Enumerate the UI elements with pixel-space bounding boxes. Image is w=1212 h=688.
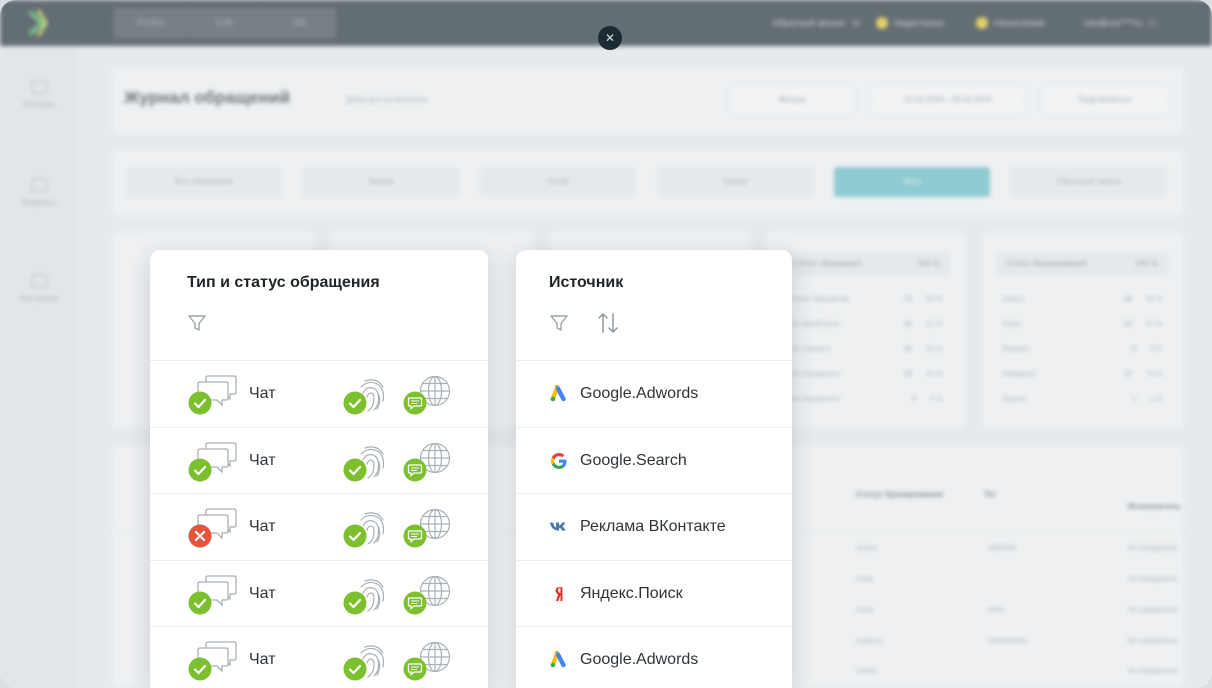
app-frame: Отчёты Счёт Info Обратный звонок ☏ Недос…: [0, 0, 1212, 688]
chat-icon: [188, 440, 238, 482]
google-icon: [549, 452, 569, 470]
yandex-icon: [549, 585, 569, 603]
type-status-row[interactable]: Чат: [150, 360, 488, 427]
source-row[interactable]: Google.Search: [516, 426, 792, 494]
vk-icon: [549, 518, 569, 536]
close-icon[interactable]: ✕: [598, 26, 622, 50]
type-status-row[interactable]: Чат: [150, 426, 488, 494]
success-status-icon: [188, 657, 212, 686]
type-label: Чат: [249, 518, 276, 535]
source-label: Реклама ВКонтакте: [580, 518, 726, 535]
source-row[interactable]: Яндекс.Поиск: [516, 559, 792, 627]
fingerprint-icon: [343, 641, 391, 686]
type-status-row[interactable]: Чат: [150, 626, 488, 688]
source-label: Google.Search: [580, 451, 687, 469]
fingerprint-icon: [343, 575, 391, 620]
source-row[interactable]: Google.Adwords: [516, 360, 792, 427]
source-row[interactable]: Реклама ВКонтакте: [516, 493, 792, 560]
type-label: Чат: [249, 451, 276, 469]
filter-icon[interactable]: [548, 312, 570, 334]
fingerprint-icon: [343, 442, 391, 487]
success-status-icon: [188, 591, 212, 620]
fingerprint-icon: [343, 375, 391, 420]
success-status-icon: [188, 458, 212, 487]
fingerprint-icon: [343, 508, 391, 553]
type-status-panel: Тип и статус обращения Чат Чат Чат Чат Ч…: [150, 250, 488, 688]
source-label: Яндекс.Поиск: [580, 584, 683, 602]
google-ads-icon: [549, 385, 569, 403]
panel-title: Источник: [549, 274, 624, 291]
globe-chat-icon: [403, 442, 453, 487]
globe-chat-icon: [403, 508, 453, 553]
source-list: Google.Adwords Google.Search Реклама ВКо…: [516, 360, 792, 688]
chat-icon: [188, 373, 238, 415]
globe-chat-icon: [403, 641, 453, 686]
type-label: Чат: [249, 651, 276, 668]
sort-icon[interactable]: [596, 310, 620, 336]
panel-title: Тип и статус обращения: [187, 274, 380, 291]
globe-chat-icon: [403, 375, 453, 420]
type-label: Чат: [249, 584, 276, 602]
source-row[interactable]: Google.Adwords: [516, 626, 792, 688]
chat-icon: [188, 506, 238, 548]
chat-icon: [188, 573, 238, 615]
google-ads-icon: [549, 651, 569, 669]
error-status-icon: [188, 524, 212, 553]
type-status-row[interactable]: Чат: [150, 559, 488, 627]
source-label: Google.Adwords: [580, 385, 699, 402]
success-status-icon: [188, 391, 212, 420]
type-status-row[interactable]: Чат: [150, 493, 488, 560]
type-label: Чат: [249, 385, 276, 402]
globe-chat-icon: [403, 575, 453, 620]
chat-icon: [188, 639, 238, 681]
filter-icon[interactable]: [186, 312, 208, 334]
type-status-list: Чат Чат Чат Чат Чат: [150, 360, 488, 688]
source-label: Google.Adwords: [580, 651, 699, 668]
source-panel: Источник Google.Adwords Google.Search Ре…: [516, 250, 792, 688]
